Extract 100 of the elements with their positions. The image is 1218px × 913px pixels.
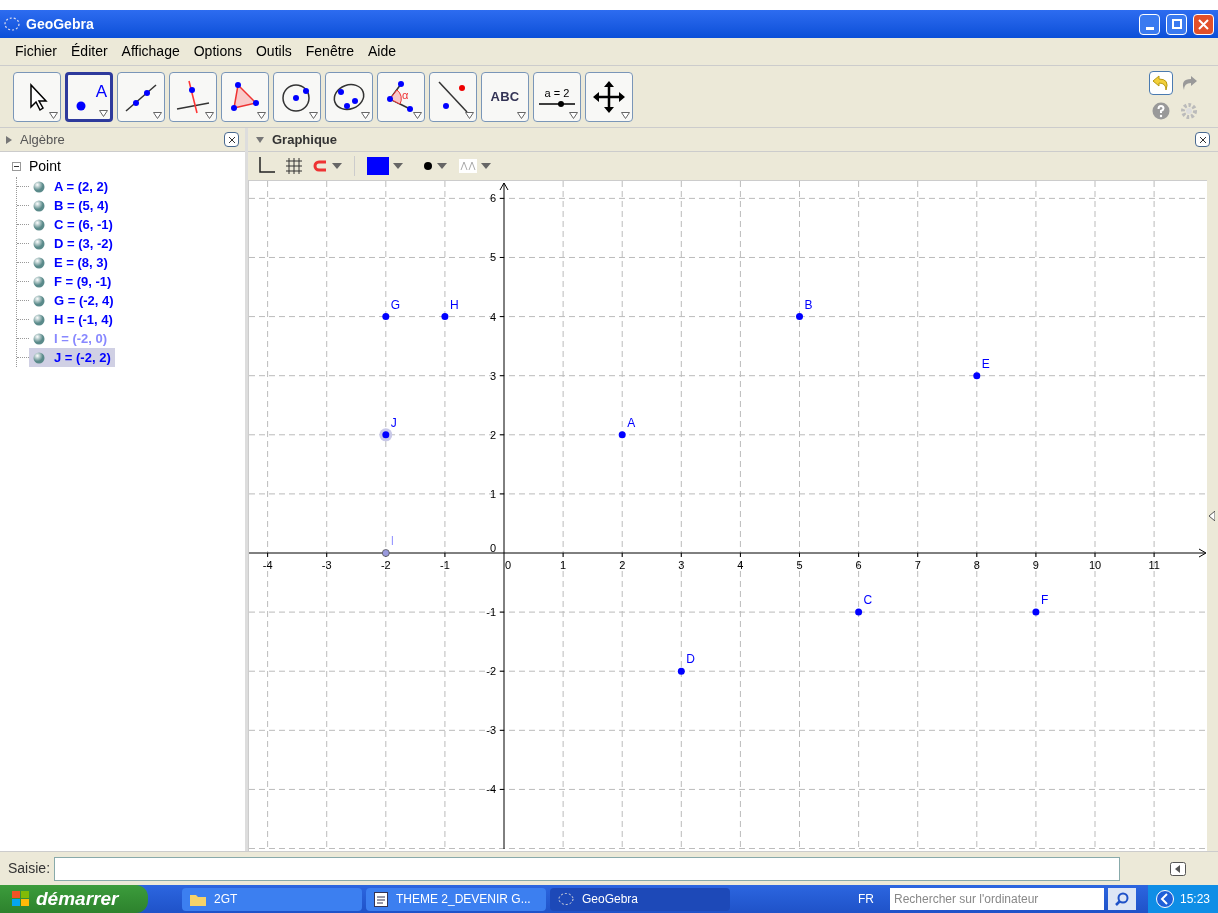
magnet-icon[interactable] [312,159,328,173]
chevron-left-icon[interactable] [1155,890,1174,908]
algebra-item[interactable]: B = (5, 4) [29,195,113,216]
point-label: D [686,652,695,667]
tick-label: -4 [486,783,496,796]
point-marker[interactable] [381,549,390,557]
algebra-item[interactable]: E = (8, 3) [29,252,112,273]
tool-button[interactable]: A [65,71,113,122]
tool-button[interactable] [13,71,61,122]
point-marker[interactable] [855,608,863,616]
tool-button[interactable] [221,71,269,122]
tick-label: -3 [486,724,496,737]
point-marker[interactable] [382,313,390,321]
close-icon [227,135,236,144]
menu-item[interactable]: Éditer [64,41,115,62]
keyboard-toggle-icon[interactable] [1170,861,1186,876]
caret-icon [437,163,447,169]
tick-label: 3 [489,369,496,382]
search-icon [1114,892,1129,906]
point-marker[interactable] [973,372,981,380]
input-field[interactable] [54,856,1121,881]
point-label: F [1040,593,1049,608]
caret-icon [393,163,403,169]
tick-label: -3 [321,559,332,571]
ellipse-logo-icon [4,16,20,32]
taskbar-button[interactable]: 2GT [182,887,362,911]
menu-item[interactable]: Fichier [8,41,64,62]
start-button[interactable]: démarrer [0,885,148,913]
point-marker[interactable] [618,431,626,439]
algebra-item[interactable]: D = (3, -2) [29,233,117,254]
algebra-item[interactable]: C = (6, -1) [29,214,117,235]
tool-button[interactable]: α [377,71,425,122]
dropdown-triangle-icon [465,111,474,119]
algebra-item[interactable]: F = (9, -1) [29,271,116,292]
point-label: H [449,297,459,312]
close-panel-button[interactable] [1195,132,1210,147]
point-marker[interactable] [1032,608,1040,616]
restore-button[interactable] [1166,13,1187,35]
search-field[interactable]: Rechercher sur l'ordinateur [889,888,1104,910]
taskbar-button[interactable]: THEME 2_DEVENIR G... [366,887,546,911]
dropdown-triangle-icon [205,111,214,119]
sphere-icon [33,199,45,212]
language-indicator[interactable]: FR [857,890,874,908]
algebra-item[interactable]: G = (-2, 4) [29,290,118,311]
ellipse-logo-icon [558,892,574,906]
menu-item[interactable]: Fenêtre [298,41,361,62]
tool-button[interactable] [273,71,321,122]
algebra-item[interactable]: A = (2, 2) [29,176,113,197]
tool-button[interactable] [117,71,165,122]
point-marker[interactable] [677,667,685,675]
undo-button[interactable] [1149,70,1173,95]
axes-icon[interactable] [256,156,276,176]
menu-item[interactable]: Options [186,41,249,62]
sphere-icon [33,294,45,307]
tick-label: 5 [489,251,496,264]
close-button[interactable] [1193,13,1214,35]
collapse-toggle-icon[interactable] [12,162,21,171]
caret-icon [332,163,342,169]
point-marker[interactable] [441,313,449,321]
tool-button[interactable] [325,71,373,122]
collapse-triangle-icon[interactable] [1209,510,1215,521]
input-label: Saisie: [8,859,51,878]
perpendicular-line-icon [175,78,211,115]
point-label: J [390,415,397,430]
dropdown-triangle-icon [99,109,108,117]
redo-arrow-icon [1180,74,1198,91]
tool-button[interactable]: ABC [481,71,529,122]
collapse-triangle-icon [6,135,12,144]
tool-button[interactable]: a = 2 [533,71,581,122]
minimize-button[interactable] [1139,13,1160,35]
tick-label: 2 [619,559,626,571]
point-label: I [390,534,395,548]
point-label: C [863,593,873,608]
tick-label: 6 [489,192,496,205]
tick-label: 8 [973,559,980,571]
algebra-item[interactable]: H = (-1, 4) [29,309,117,330]
sphere-icon [33,351,45,364]
windows-logo-icon [12,891,30,907]
caret-icon [481,163,491,169]
color-swatch[interactable] [367,157,389,175]
tool-button[interactable] [585,71,633,122]
undo-arrow-icon [1152,74,1170,91]
search-button[interactable] [1107,888,1136,910]
dropdown-triangle-icon [309,111,318,119]
tool-button[interactable] [429,71,477,122]
menu-item[interactable]: Aide [361,41,404,62]
algebra-item[interactable]: J = (-2, 2) [29,347,115,368]
menu-item[interactable]: Outils [248,41,299,62]
sphere-icon [33,275,45,288]
menu-item[interactable]: Affichage [114,41,187,62]
panel-title: Graphique [272,130,337,149]
folder-icon [190,892,206,906]
point-marker[interactable] [796,313,803,321]
taskbar-button[interactable]: GeoGebra [550,887,730,911]
tree-group-label[interactable]: Point [29,156,61,177]
tick-label: -4 [262,559,273,571]
close-panel-button[interactable] [224,132,239,147]
point-style-icon[interactable] [423,161,433,171]
tool-button[interactable] [169,71,217,122]
grid-icon[interactable] [284,156,304,176]
